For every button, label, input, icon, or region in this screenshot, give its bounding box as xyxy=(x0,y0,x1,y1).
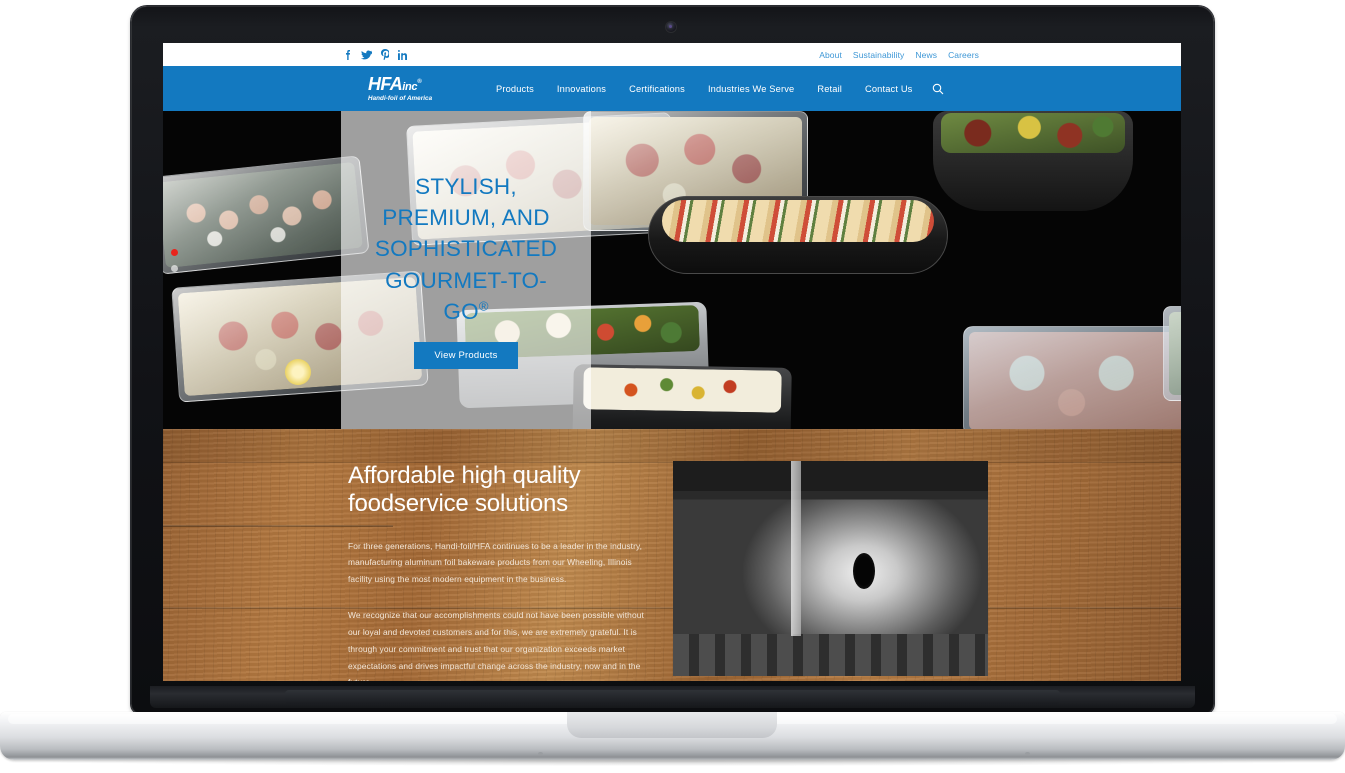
section-paragraph-2: We recognize that our accomplishments co… xyxy=(348,610,644,681)
logo-wordmark: HFAinc® xyxy=(368,75,463,93)
hero-headline-line-5: GO xyxy=(443,298,479,324)
laptop-foot-right xyxy=(1025,752,1030,755)
laptop-base-notch xyxy=(567,712,777,738)
utility-link-careers[interactable]: Careers xyxy=(948,50,979,60)
nav-item-retail[interactable]: Retail xyxy=(817,84,842,94)
hero-headline-registered: ® xyxy=(478,298,489,314)
product-tray-rice xyxy=(572,364,792,429)
carousel-pagination xyxy=(171,249,178,272)
main-nav-links: Products Innovations Certifications Indu… xyxy=(496,84,913,94)
hero-headline-line-3: SOPHISTICATED xyxy=(374,236,558,262)
nav-item-innovations[interactable]: Innovations xyxy=(557,84,606,94)
utility-link-about[interactable]: About xyxy=(819,50,842,60)
logo-hfa: HFA xyxy=(368,74,403,95)
product-tray-tacos xyxy=(648,196,948,274)
laptop-screen: About Sustainability News Careers HFAinc… xyxy=(163,43,1181,681)
hero-carousel: STYLISH, PREMIUM, AND SOPHISTICATED GOUR… xyxy=(163,111,1181,429)
hero-headline-line-2: PREMIUM, AND xyxy=(382,205,550,231)
utility-link-sustainability[interactable]: Sustainability xyxy=(853,50,904,60)
wood-plank xyxy=(163,607,1181,609)
laptop-foot-left xyxy=(538,752,543,755)
utility-bar: About Sustainability News Careers xyxy=(163,43,1181,66)
carousel-dot-2[interactable] xyxy=(171,265,178,272)
coil-core-hole xyxy=(853,553,875,589)
carousel-dot-1[interactable] xyxy=(171,249,178,256)
section-heading: Affordable high quality foodservice solu… xyxy=(348,462,581,518)
coil-band xyxy=(791,461,801,636)
hero-headline-line-4: GOURMET-TO- xyxy=(385,267,547,293)
pinterest-icon[interactable] xyxy=(381,49,389,60)
product-tray-veggies xyxy=(933,111,1133,211)
nav-item-industries-we-serve[interactable]: Industries We Serve xyxy=(708,84,794,94)
utility-link-news[interactable]: News xyxy=(915,50,937,60)
linkedin-icon[interactable] xyxy=(398,49,408,60)
lemon-garnish xyxy=(285,359,311,385)
aluminum-foil-coils-photo xyxy=(673,461,988,676)
product-tray-far-right xyxy=(1163,306,1181,401)
content-section: Affordable high quality foodservice solu… xyxy=(163,429,1181,681)
website-viewport: About Sustainability News Careers HFAinc… xyxy=(163,43,1181,681)
nav-item-certifications[interactable]: Certifications xyxy=(629,84,685,94)
logo-registered: ® xyxy=(417,79,422,86)
view-products-button[interactable]: View Products xyxy=(414,341,518,369)
search-icon[interactable] xyxy=(932,83,944,95)
main-navigation-bar: HFAinc® Handi-foil of America Products I… xyxy=(163,66,1181,111)
hero-product-photo xyxy=(163,111,1181,429)
hero-content: STYLISH, PREMIUM, AND SOPHISTICATED GOUR… xyxy=(341,111,591,429)
pallet xyxy=(673,634,988,676)
nav-item-contact-us[interactable]: Contact Us xyxy=(865,84,913,94)
product-tray-sushi xyxy=(163,155,370,275)
wood-plank xyxy=(163,429,1181,463)
laptop-mockup: About Sustainability News Careers HFAinc… xyxy=(0,0,1345,773)
logo-tagline: Handi-foil of America xyxy=(368,94,433,102)
twitter-icon[interactable] xyxy=(361,50,372,60)
section-paragraph-1: For three generations, Handi-foil/HFA co… xyxy=(348,540,643,585)
site-logo[interactable]: HFAinc® Handi-foil of America xyxy=(368,75,463,102)
laptop-hinge-bar xyxy=(285,690,1060,704)
logo-inc: inc xyxy=(402,81,418,94)
nav-item-products[interactable]: Products xyxy=(496,84,534,94)
webcam-lens-dot xyxy=(669,25,672,28)
social-links xyxy=(346,49,408,60)
content-text-block: Affordable high quality foodservice solu… xyxy=(348,462,648,681)
laptop-shadow xyxy=(40,757,1305,766)
product-tray-salmon xyxy=(963,326,1181,429)
hero-headline-line-1: STYLISH, xyxy=(415,174,517,200)
utility-nav: About Sustainability News Careers xyxy=(819,50,979,60)
hero-headline: STYLISH, PREMIUM, AND SOPHISTICATED GOUR… xyxy=(375,171,557,326)
facebook-icon[interactable] xyxy=(346,49,352,60)
